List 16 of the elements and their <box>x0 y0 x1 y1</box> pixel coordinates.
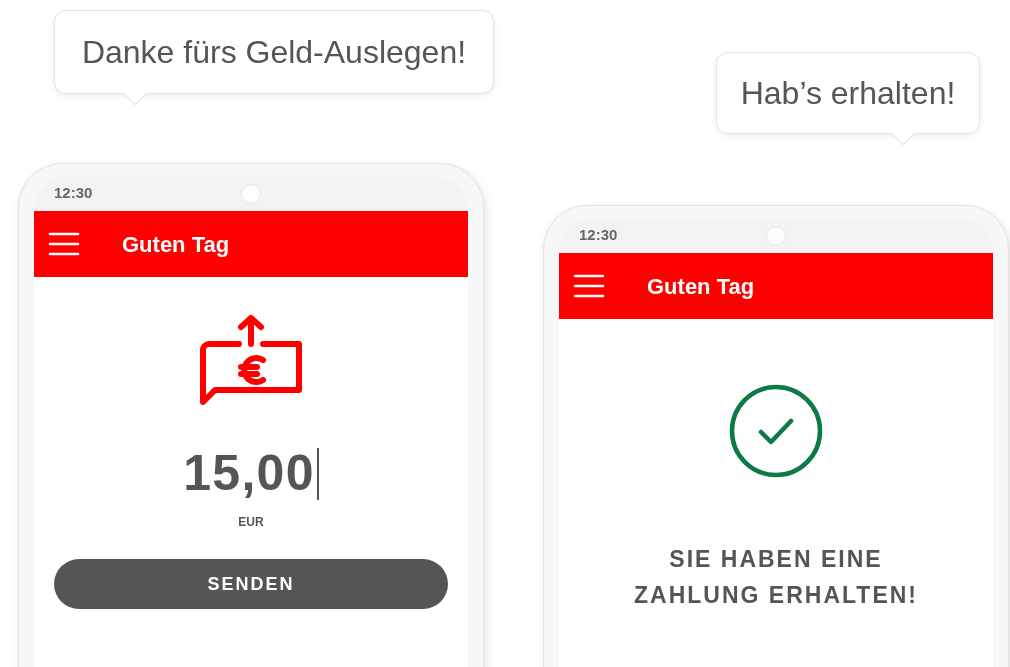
check-circle-icon <box>728 383 824 479</box>
header-title: Guten Tag <box>647 272 755 301</box>
send-button[interactable]: SENDEN <box>54 559 448 609</box>
bubble-text: Danke fürs Geld-Auslegen! <box>81 33 467 72</box>
currency-label: EUR <box>238 514 264 531</box>
status-time: 12:30 <box>579 225 618 246</box>
amount-field[interactable]: 15,00 <box>183 436 315 511</box>
menu-icon[interactable] <box>48 232 80 256</box>
payment-received-message: SIE HABEN EINE ZAHLUNG ERHALTEN! <box>633 545 919 610</box>
status-time: 12:30 <box>54 183 93 204</box>
camera-icon <box>241 184 261 204</box>
money-send-icon <box>199 314 303 406</box>
bubble-text: Hab’s erhalten! <box>740 74 956 113</box>
menu-icon[interactable] <box>573 274 605 298</box>
camera-icon <box>766 226 786 246</box>
header-title: Guten Tag <box>122 230 230 259</box>
